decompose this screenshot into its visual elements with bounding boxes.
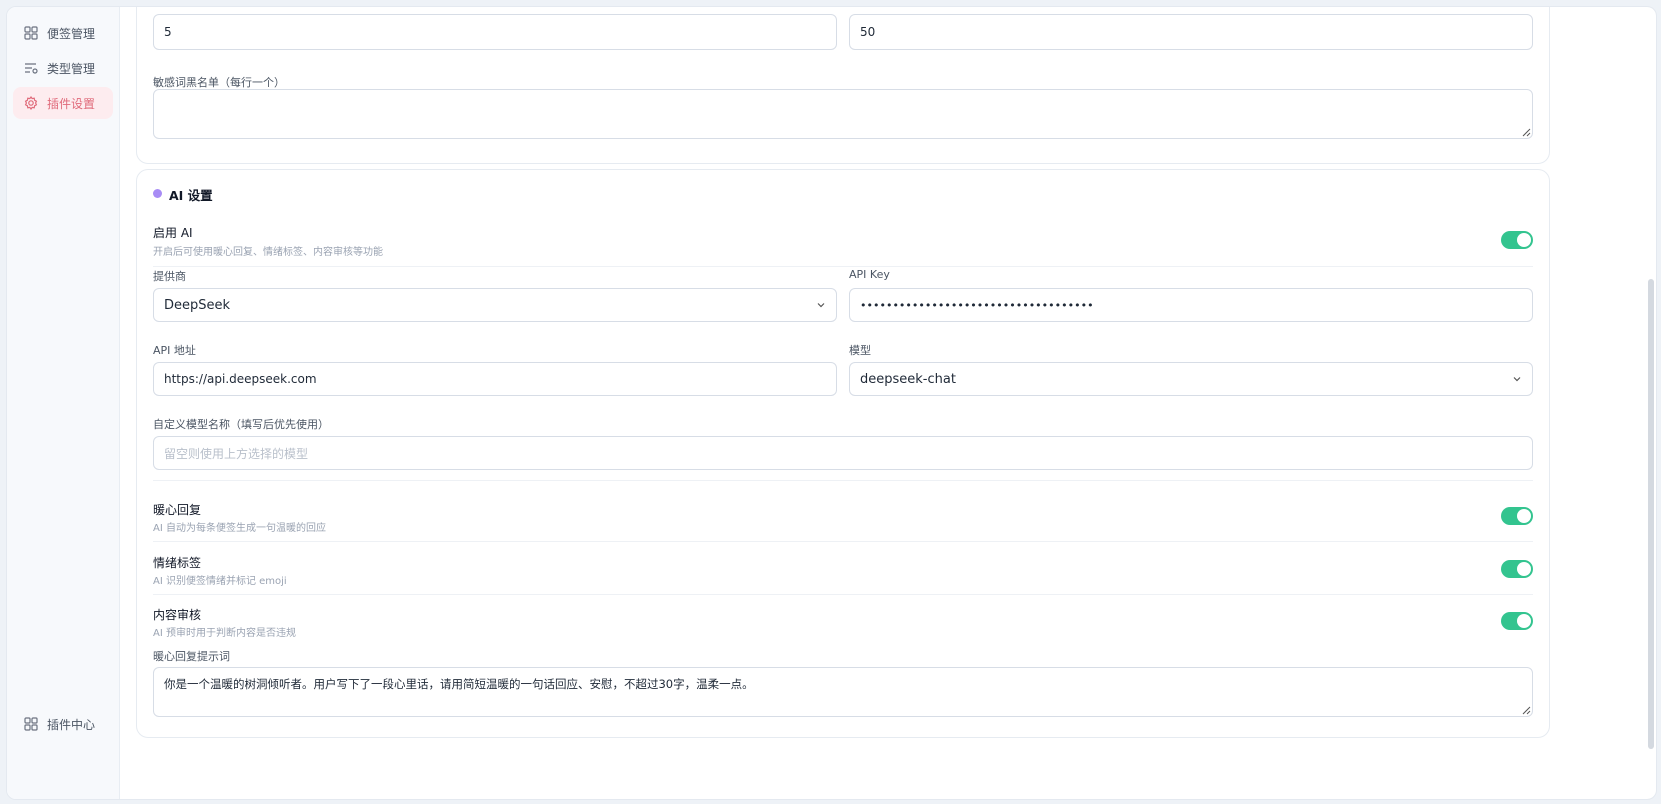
custom-model-input[interactable]: 留空则使用上方选择的模型 <box>153 436 1533 470</box>
resize-handle-icon[interactable] <box>1522 128 1531 137</box>
divider <box>153 594 1533 595</box>
provider-select[interactable]: DeepSeek <box>153 288 837 322</box>
warm-reply-title: 暖心回复 <box>153 503 202 517</box>
divider <box>153 266 1533 267</box>
chevron-down-icon <box>1513 377 1521 382</box>
settings-content: 5 50 敏感词黑名单（每行一个） AI 设置 启用 AI 开启后可使用暖心回复… <box>120 7 1656 799</box>
sidebar-item-label: 便签管理 <box>47 26 96 41</box>
enable-ai-toggle[interactable] <box>1501 231 1533 249</box>
divider <box>153 541 1533 542</box>
sidebar-item-plugin-center[interactable]: 插件中心 <box>13 708 113 740</box>
app-window: 便签管理 类型管理 插件设置 插件中心 5 50 敏感词黑名单（每行一个） AI… <box>6 6 1657 800</box>
emotion-tag-toggle[interactable] <box>1501 560 1533 578</box>
chevron-down-icon <box>817 303 825 308</box>
section-title: AI 设置 <box>169 188 213 203</box>
moderation-toggle[interactable] <box>1501 612 1533 630</box>
toggle-knob <box>1517 614 1531 628</box>
api-key-input[interactable]: •••••••••••••••••••••••••••••••••••• <box>849 288 1533 322</box>
sidebar-item-label: 类型管理 <box>47 61 96 76</box>
blacklist-label: 敏感词黑名单（每行一个） <box>153 76 285 89</box>
sidebar-item-label: 插件设置 <box>47 96 96 111</box>
enable-ai-title: 启用 AI <box>153 226 193 240</box>
model-value: deepseek-chat <box>860 371 956 387</box>
toggle-knob <box>1517 233 1531 247</box>
toggle-knob <box>1517 562 1531 576</box>
model-label: 模型 <box>849 344 871 357</box>
moderation-title: 内容审核 <box>153 608 202 622</box>
toggle-knob <box>1517 509 1531 523</box>
api-url-input[interactable]: https://api.deepseek.com <box>153 362 837 396</box>
sidebar: 便签管理 类型管理 插件设置 插件中心 <box>7 7 120 799</box>
blacklist-textarea[interactable] <box>153 89 1533 139</box>
moderation-desc: AI 预审时用于判断内容是否违规 <box>153 628 296 639</box>
model-select[interactable]: deepseek-chat <box>849 362 1533 396</box>
grid-icon <box>24 26 38 40</box>
sidebar-item-plugin-settings[interactable]: 插件设置 <box>13 87 113 119</box>
api-url-label: API 地址 <box>153 344 196 357</box>
emotion-tag-desc: AI 识别便签情绪并标记 emoji <box>153 576 287 587</box>
prompt-textarea[interactable]: 你是一个温暖的树洞倾听者。用户写下了一段心里话，请用简短温暖的一句话回应、安慰，… <box>153 667 1533 717</box>
grid-icon <box>24 717 38 731</box>
enable-ai-desc: 开启后可使用暖心回复、情绪标签、内容审核等功能 <box>153 247 383 258</box>
api-key-label: API Key <box>849 268 890 281</box>
emotion-tag-title: 情绪标签 <box>153 556 202 570</box>
warm-reply-desc: AI 自动为每条便签生成一句温暖的回应 <box>153 523 326 534</box>
ai-settings-card: AI 设置 启用 AI 开启后可使用暖心回复、情绪标签、内容审核等功能 提供商 … <box>136 169 1550 738</box>
sidebar-item-types[interactable]: 类型管理 <box>13 52 113 84</box>
scrollbar[interactable] <box>1646 7 1656 799</box>
divider <box>153 480 1533 481</box>
custom-model-label: 自定义模型名称（填写后优先使用） <box>153 418 329 431</box>
sidebar-item-label: 插件中心 <box>47 717 96 732</box>
moderation-settings-card: 5 50 敏感词黑名单（每行一个） <box>136 7 1550 164</box>
sidebar-item-notes[interactable]: 便签管理 <box>13 17 113 49</box>
list-filter-icon <box>24 61 38 75</box>
provider-label: 提供商 <box>153 270 186 283</box>
scrollbar-thumb[interactable] <box>1648 279 1654 749</box>
number-field-left[interactable]: 5 <box>153 14 837 50</box>
resize-handle-icon[interactable] <box>1522 706 1531 715</box>
section-dot <box>153 189 162 198</box>
number-field-right[interactable]: 50 <box>849 14 1533 50</box>
prompt-label: 暖心回复提示词 <box>153 650 230 663</box>
provider-value: DeepSeek <box>164 297 231 313</box>
warm-reply-toggle[interactable] <box>1501 507 1533 525</box>
gear-icon <box>24 96 38 110</box>
